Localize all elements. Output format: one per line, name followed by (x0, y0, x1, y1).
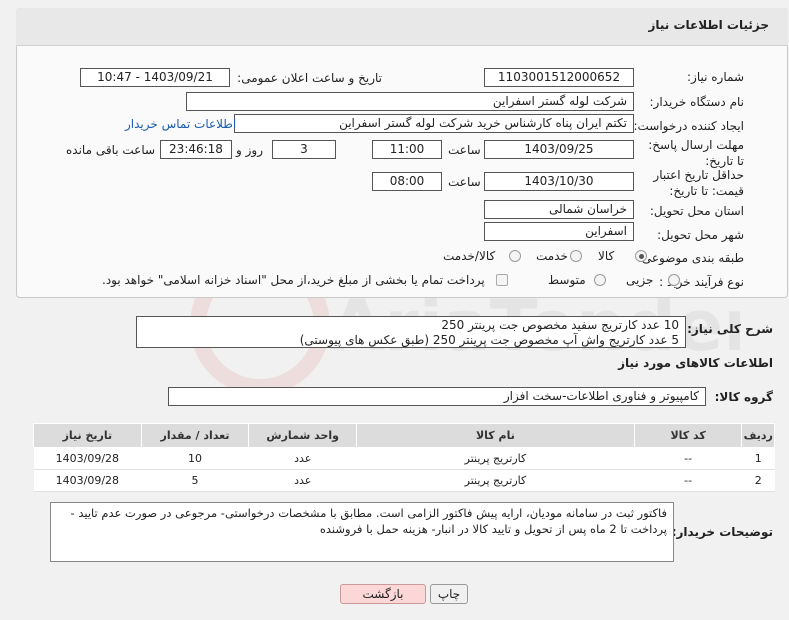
city-label: شهر محل تحویل: (657, 228, 744, 242)
description-line-2: 5 عدد کارتریج واش آپ مخصوص جت پرینتر 250… (299, 333, 679, 347)
radio-medium-label: متوسط (548, 273, 586, 287)
cell-row: 1 (741, 447, 775, 470)
goods-group-label: گروه کالا: (714, 390, 773, 404)
page-title: جزئیات اطلاعات نیاز (648, 18, 769, 32)
cell-date: 1403/09/28 (33, 469, 142, 492)
col-date: تاریخ نیاز (33, 423, 142, 448)
cell-unit: عدد (248, 469, 357, 492)
validity-date-field: 1403/10/30 (484, 172, 634, 191)
col-qty: تعداد / مقدار (140, 423, 250, 448)
radio-minor-label: جزیی (626, 273, 654, 287)
radio-service[interactable] (570, 250, 582, 262)
table-row: 2 -- کارتریج پرینتر عدد 5 1403/09/28 (33, 469, 775, 492)
cell-unit: عدد (248, 447, 357, 470)
creator-field: تکتم ایران پناه کارشناس خرید شرکت لوله گ… (234, 114, 634, 133)
cell-qty: 10 (141, 447, 249, 470)
buyer-notes-line-1: فاکتور ثبت در سامانه مودیان، ارایه پیش ف… (70, 506, 667, 520)
buyer-org-field: شرکت لوله گستر اسفراین (186, 92, 634, 111)
table-row: 1 -- کارتریج پرینتر عدد 10 1403/09/28 (33, 447, 775, 470)
validity-time-label: ساعت (448, 175, 481, 189)
radio-service-label: خدمت (536, 249, 568, 263)
buyer-org-label: نام دستگاه خریدار: (649, 95, 745, 109)
cell-name: کارتریج پرینتر (356, 469, 635, 492)
col-code: کد کالا (633, 423, 743, 448)
table-header-row: ردیف کد کالا نام کالا واحد شمارش تعداد /… (33, 423, 775, 448)
deadline-label: مهلت ارسال پاسخ: تا تاریخ: (648, 138, 744, 168)
col-row: ردیف (741, 423, 775, 448)
days-field: 3 (272, 140, 336, 159)
radio-goods-service-label: کالا/خدمت (443, 249, 496, 263)
validity-label: حداقل تاریخ اعتبار قیمت: تا تاریخ: (653, 168, 744, 198)
payment-note: پرداخت تمام یا بخشی از مبلغ خرید،از محل … (102, 273, 485, 287)
radio-goods-service[interactable] (509, 250, 521, 262)
radio-goods-label: کالا (598, 249, 615, 263)
back-button[interactable]: بازگشت (340, 584, 426, 604)
description-box: 10 عدد کارتریج سفید مخصوص جت پرینتر 250 … (136, 316, 686, 348)
radio-medium[interactable] (594, 274, 606, 286)
col-unit: واحد شمارش (248, 423, 358, 448)
announce-date-label: تاریخ و ساعت اعلان عمومی: (237, 71, 382, 85)
need-number-label: شماره نیاز: (687, 70, 744, 84)
goods-group-field: کامپیوتر و فناوری اطلاعات-سخت افزار (168, 387, 706, 406)
cell-code: -- (634, 447, 742, 470)
radio-minor[interactable] (668, 274, 680, 286)
print-button[interactable]: چاپ (430, 584, 468, 604)
description-line-1: 10 عدد کارتریج سفید مخصوص جت پرینتر 250 (441, 318, 679, 332)
need-number-field: 1103001512000652 (484, 68, 634, 87)
remaining-label: ساعت باقی مانده (66, 143, 156, 157)
deadline-date-field: 1403/09/25 (484, 140, 634, 159)
deadline-time-field: 11:00 (372, 140, 442, 159)
category-label: طبقه بندی موضوعی: (637, 251, 744, 265)
radio-goods[interactable] (635, 250, 647, 262)
cell-name: کارتریج پرینتر (356, 447, 635, 470)
description-label: شرح کلی نیاز: (687, 322, 773, 336)
buyer-notes-box: فاکتور ثبت در سامانه مودیان، ارایه پیش ف… (50, 502, 674, 562)
creator-label: ایجاد کننده درخواست: (633, 119, 744, 133)
city-field: اسفراین (484, 222, 634, 241)
col-name: نام کالا (356, 423, 635, 448)
payment-checkbox[interactable] (496, 274, 508, 286)
province-label: استان محل تحویل: (649, 204, 744, 218)
announce-date-field: 1403/09/21 - 10:47 (80, 68, 230, 87)
buyer-notes-label: توضیحات خریدار: (671, 525, 773, 539)
province-field: خراسان شمالی (484, 200, 634, 219)
remaining-time-field: 23:46:18 (160, 140, 232, 159)
cell-qty: 5 (141, 469, 249, 492)
cell-code: -- (634, 469, 742, 492)
contact-info-link[interactable]: اطلاعات تماس خریدار (125, 117, 236, 131)
buyer-notes-line-2: پرداخت تا 2 ماه پس از تحویل و تایید کالا… (319, 522, 667, 536)
cell-date: 1403/09/28 (33, 447, 142, 470)
validity-time-field: 08:00 (372, 172, 442, 191)
deadline-time-label: ساعت (448, 143, 481, 157)
days-label: روز و (236, 143, 263, 157)
cell-row: 2 (741, 469, 775, 492)
goods-section-title: اطلاعات کالاهای مورد نیاز (618, 356, 773, 370)
goods-table: ردیف کد کالا نام کالا واحد شمارش تعداد /… (33, 423, 775, 492)
